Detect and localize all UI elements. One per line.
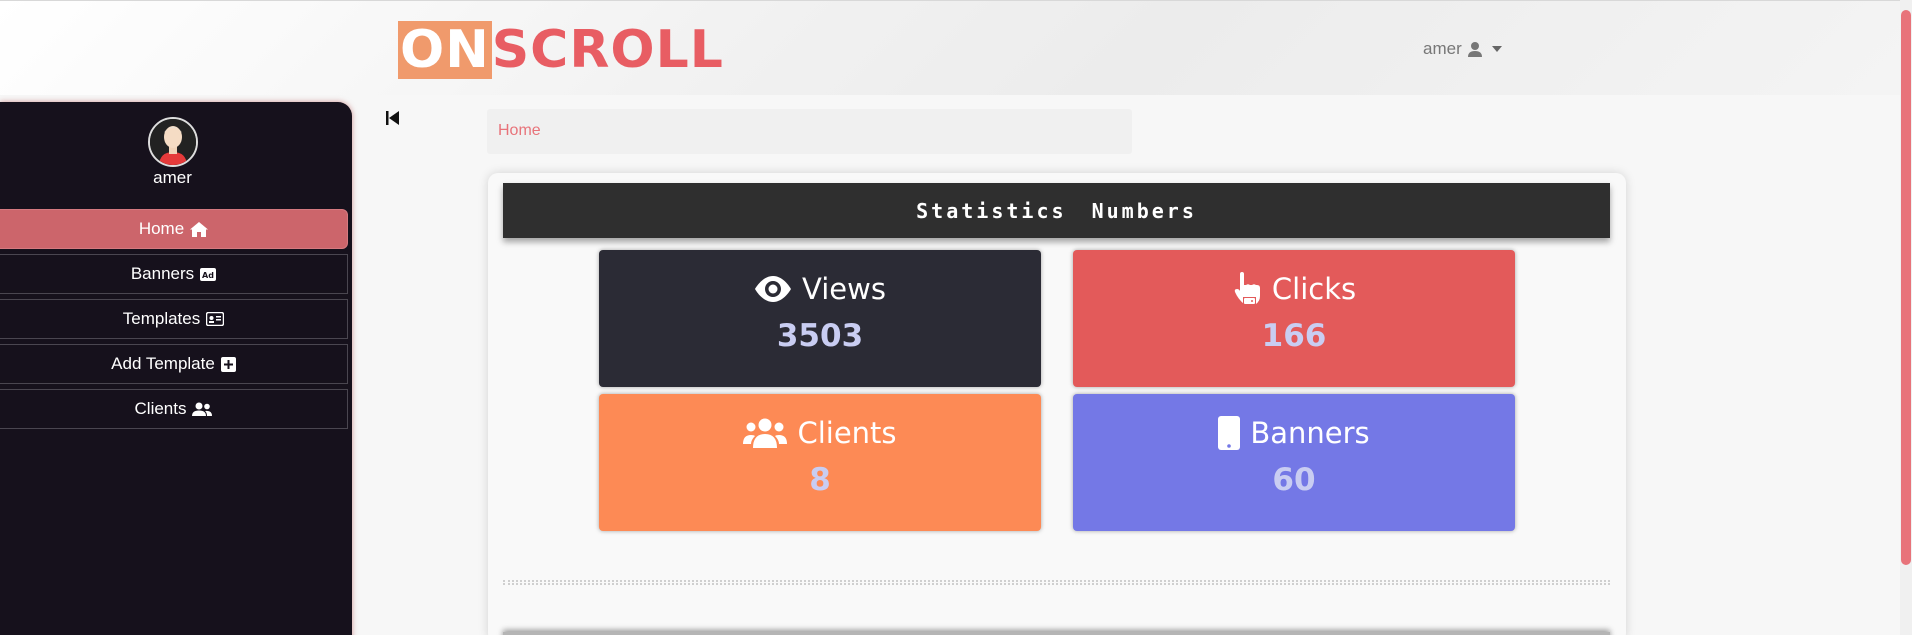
sidebar-item-home[interactable]: Home xyxy=(0,209,348,249)
sidebar-item-label: Banners xyxy=(130,264,195,283)
users-icon xyxy=(743,418,788,448)
logo-scroll: SCROLL xyxy=(491,20,724,80)
views-card: Views 3503 xyxy=(599,250,1041,387)
clicks-card-header: Clicks xyxy=(1073,272,1515,306)
user-dropdown-name: amer xyxy=(1423,39,1462,58)
plus-square-icon xyxy=(220,356,236,372)
scrollbar-thumb[interactable] xyxy=(1901,10,1911,565)
user-dropdown[interactable]: amer xyxy=(1423,39,1502,59)
sidebar-item-label: Home xyxy=(138,219,185,238)
sidebar-item-label: Add Template xyxy=(111,354,215,373)
statistics-panel: Statistics Numbers Views 3503 Clicks 166 xyxy=(488,173,1626,635)
banners-label: Banners xyxy=(1250,416,1370,450)
svg-text:Ad: Ad xyxy=(202,271,214,280)
clients-label: Clients xyxy=(797,416,897,450)
top-header: ON SCROLL amer xyxy=(0,0,1900,95)
collapse-sidebar-icon[interactable] xyxy=(386,110,400,126)
sidebar-item-templates[interactable]: Templates xyxy=(0,299,348,339)
clicks-value: 166 xyxy=(1261,318,1327,354)
onscroll-logo[interactable]: ON SCROLL xyxy=(398,21,724,79)
clicks-label: Clicks xyxy=(1271,272,1357,306)
views-label: Views xyxy=(802,272,886,306)
chevron-down-icon xyxy=(1491,46,1502,52)
user-icon xyxy=(1467,41,1482,57)
views-card-header: Views xyxy=(599,272,1041,306)
clicks-card: Clicks 166 xyxy=(1073,250,1515,387)
sidebar-username: amer xyxy=(153,168,192,187)
eye-icon xyxy=(755,276,792,302)
ad-icon: Ad xyxy=(200,267,217,281)
pointer-hand-icon xyxy=(1234,272,1260,304)
mobile-icon xyxy=(1218,416,1241,450)
panel-title: Statistics Numbers xyxy=(503,183,1610,238)
banners-value: 60 xyxy=(1272,462,1316,498)
section-divider xyxy=(503,580,1610,585)
sidebar-item-label: Templates xyxy=(122,309,201,328)
page-scrollbar[interactable] xyxy=(1900,0,1912,635)
banners-card: Banners 60 xyxy=(1073,394,1515,531)
sidebar-item-clients[interactable]: Clients xyxy=(0,389,348,429)
banners-card-header: Banners xyxy=(1073,416,1515,450)
views-value: 3503 xyxy=(776,318,864,354)
breadcrumb: Home xyxy=(487,109,1132,154)
logo-on: ON xyxy=(398,20,492,80)
sidebar-item-banners[interactable]: Banners Ad xyxy=(0,254,348,294)
sidebar: amer Home Banners Ad Templates Add Templ… xyxy=(0,102,352,635)
users-icon xyxy=(192,402,213,416)
home-icon xyxy=(190,221,209,237)
sidebar-item-add-template[interactable]: Add Template xyxy=(0,344,348,384)
id-card-icon xyxy=(206,312,225,326)
clients-card: Clients 8 xyxy=(599,394,1041,531)
clients-card-header: Clients xyxy=(599,416,1041,450)
avatar xyxy=(148,117,198,167)
clients-value: 8 xyxy=(809,462,831,498)
sidebar-item-label: Clients xyxy=(134,399,187,418)
breadcrumb-home-link[interactable]: Home xyxy=(498,122,541,139)
